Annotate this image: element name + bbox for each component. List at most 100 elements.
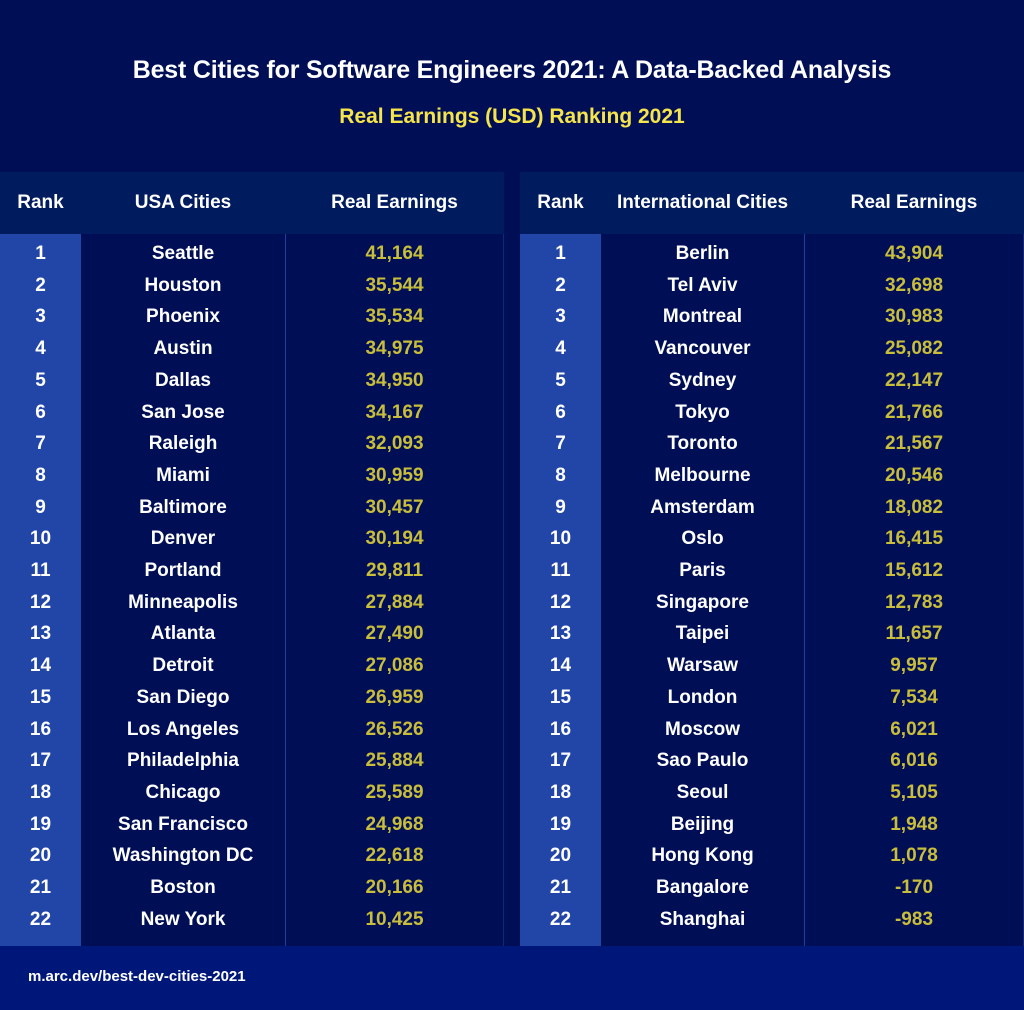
- city-cell: Austin: [153, 338, 213, 360]
- earnings-cell: 32,093: [365, 433, 424, 455]
- earnings-cell: 21,567: [884, 433, 944, 455]
- earnings-cell: -170: [894, 877, 934, 898]
- table-body: 1 Berlin 43,904 2 Tel Aviv 32,698 3 Montreal 30,…: [520, 234, 1024, 946]
- city-cell: Seoul: [676, 781, 729, 803]
- earnings-cell: 22,147: [884, 369, 944, 391]
- rank-cell: 21: [549, 877, 572, 898]
- earnings-cell: 25,589: [365, 781, 424, 803]
- table-row: 1 Berlin 43,904: [520, 238, 1023, 270]
- city-cell: Bangalore: [656, 877, 749, 898]
- table-row: 10 Denver 30,194: [0, 523, 503, 555]
- earnings-cell: 32,698: [884, 274, 944, 296]
- rank-cell: 12: [549, 591, 572, 613]
- rank-cell: 4: [555, 338, 566, 360]
- city-cell: Beijing: [670, 813, 735, 835]
- table-row: 14 Warsaw 9,957: [520, 650, 1023, 682]
- earnings-cell: 30,457: [365, 496, 424, 518]
- rank-cell: 9: [555, 496, 566, 518]
- city-cell: Moscow: [665, 718, 740, 740]
- table-row: 11 Paris 15,612: [520, 555, 1023, 587]
- table-row: 5 Sydney 22,147: [520, 365, 1023, 397]
- rank-cell: 19: [549, 813, 572, 835]
- rank-cell: 15: [29, 686, 52, 708]
- city-cell: Dallas: [155, 369, 211, 391]
- earnings-cell: 25,884: [365, 750, 424, 772]
- city-cell: Atlanta: [150, 623, 216, 645]
- rank-cell: 17: [549, 750, 572, 772]
- rank-cell: 21: [29, 877, 52, 898]
- city-cell: Minneapolis: [128, 591, 238, 613]
- city-cell: Houston: [144, 274, 222, 296]
- rank-cell: 14: [29, 655, 52, 677]
- earnings-cell: 1,948: [890, 813, 938, 835]
- table-row: 6 San Jose 34,167: [0, 397, 503, 429]
- rank-cell: 4: [35, 338, 46, 360]
- table-row: 19 San Francisco 24,968: [0, 809, 503, 841]
- earnings-cell: 1,078: [890, 845, 938, 867]
- city-cell: Philadelphia: [127, 750, 239, 772]
- table-row: 2 Tel Aviv 32,698: [520, 270, 1023, 302]
- earnings-cell: 7,534: [890, 686, 938, 708]
- earnings-cell: 25,082: [884, 338, 944, 360]
- source-link[interactable]: m.arc.dev/best-dev-cities-2021: [28, 968, 246, 985]
- earnings-cell: 12,783: [884, 591, 944, 613]
- table-row: 1 Seattle 41,164: [0, 238, 503, 270]
- city-cell: Berlin: [675, 243, 730, 264]
- rank-cell: 10: [29, 528, 52, 550]
- table-row: 3 Montreal 30,983: [520, 301, 1023, 333]
- city-cell: Amsterdam: [650, 496, 755, 518]
- table-body: 1 Seattle 41,164 2 Houston 35,544 3 Phoenix 35,5…: [0, 234, 504, 946]
- city-cell: Miami: [156, 464, 210, 486]
- table-row: 8 Miami 30,959: [0, 460, 503, 492]
- earnings-cell: 16,415: [884, 528, 944, 550]
- city-cell: Singapore: [656, 591, 749, 613]
- city-cell: San Diego: [136, 686, 230, 708]
- earnings-cell: 21,766: [884, 401, 944, 423]
- rank-cell: 19: [29, 813, 52, 835]
- header-city: International Cities: [616, 192, 789, 213]
- table-row: 2 Houston 35,544: [0, 270, 503, 302]
- city-cell: Raleigh: [148, 433, 218, 455]
- rank-cell: 20: [549, 845, 572, 867]
- table-row: 20 Washington DC 22,618: [0, 840, 503, 872]
- table-row: 13 Taipei 11,657: [520, 618, 1023, 650]
- earnings-cell: 20,546: [884, 464, 944, 486]
- table-row: 5 Dallas 34,950: [0, 365, 503, 397]
- table-row: 17 Philadelphia 25,884: [0, 745, 503, 777]
- earnings-cell: 22,618: [365, 845, 424, 867]
- table-row: 21 Boston 20,166: [0, 872, 503, 904]
- rank-cell: 13: [29, 623, 52, 645]
- table-row: 16 Moscow 6,021: [520, 714, 1023, 746]
- rank-cell: 13: [549, 623, 572, 645]
- city-cell: Phoenix: [146, 306, 220, 328]
- rank-cell: 12: [29, 591, 52, 613]
- earnings-cell: 9,957: [890, 655, 938, 677]
- city-cell: London: [667, 686, 738, 708]
- earnings-cell: 27,490: [365, 623, 424, 645]
- city-cell: San Jose: [141, 401, 225, 423]
- earnings-cell: 10,425: [365, 908, 424, 930]
- rank-cell: 2: [555, 274, 566, 296]
- table-header: Rank USA Cities Real Earnings: [0, 172, 504, 234]
- table-row: 16 Los Angeles 26,526: [0, 714, 503, 746]
- earnings-cell: 27,884: [365, 591, 424, 613]
- rank-cell: 8: [35, 464, 46, 486]
- table-row: 8 Melbourne 20,546: [520, 460, 1023, 492]
- rank-cell: 1: [555, 243, 566, 264]
- header-rank: Rank: [17, 192, 64, 213]
- rank-cell: 11: [30, 560, 51, 581]
- city-cell: Sao Paulo: [656, 750, 749, 772]
- earnings-cell: 30,983: [884, 306, 944, 328]
- city-cell: Portland: [144, 560, 222, 581]
- earnings-cell: 18,082: [884, 496, 944, 518]
- table-row: 9 Amsterdam 18,082: [520, 492, 1023, 524]
- rank-cell: 18: [549, 781, 572, 803]
- rank-cell: 2: [35, 274, 46, 296]
- rank-cell: 6: [35, 401, 46, 423]
- earnings-cell: 6,016: [890, 750, 938, 772]
- city-cell: Warsaw: [666, 655, 739, 677]
- city-cell: Boston: [150, 877, 216, 898]
- city-cell: Baltimore: [139, 496, 227, 518]
- earnings-cell: -983: [894, 908, 934, 930]
- rank-cell: 8: [555, 464, 566, 486]
